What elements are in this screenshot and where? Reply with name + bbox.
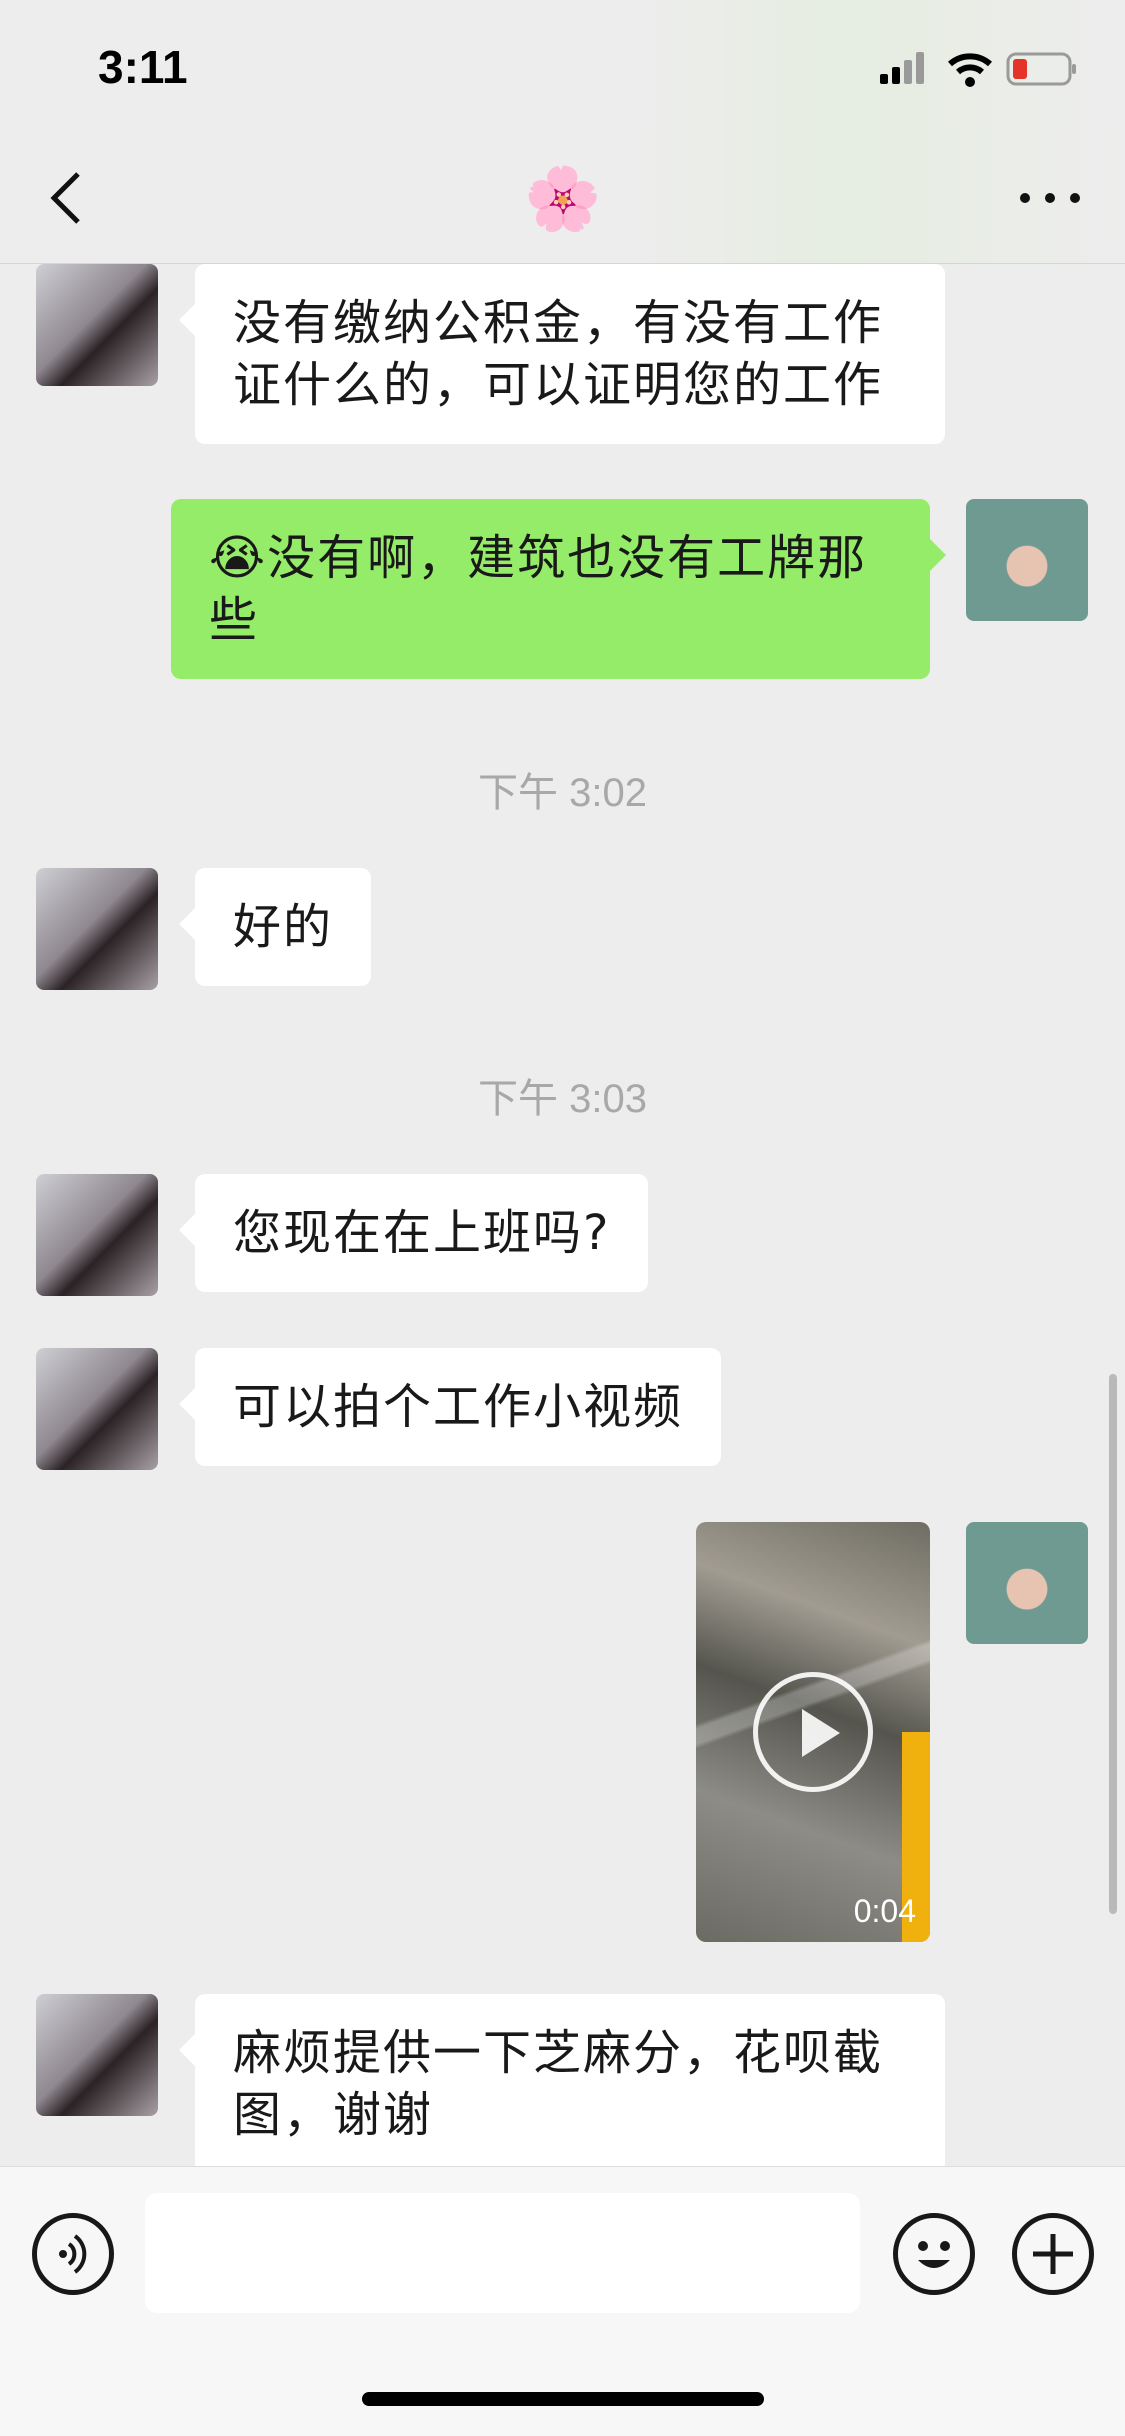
message-text: 可以拍个工作小视频 bbox=[233, 1379, 684, 1435]
play-icon[interactable] bbox=[753, 1672, 873, 1792]
video-duration: 0:04 bbox=[853, 1893, 916, 1929]
contact-avatar[interactable] bbox=[36, 868, 158, 990]
scrollbar[interactable] bbox=[1109, 1374, 1117, 1914]
emoji-button[interactable] bbox=[893, 2213, 975, 2295]
message-bubble-outgoing[interactable]: 😭没有啊，建筑也没有工牌那些 bbox=[171, 499, 946, 679]
chat-history[interactable]: 没有缴纳公积金，有没有工作证什么的，可以证明您的工作 😭没有啊，建筑也没有工牌那… bbox=[0, 264, 1125, 2166]
status-bar: 3:11 bbox=[0, 0, 1125, 132]
message-text: 😭没有啊，建筑也没有工牌那些 bbox=[209, 530, 868, 648]
emoji-icon bbox=[918, 2241, 950, 2268]
my-avatar[interactable] bbox=[966, 499, 1088, 621]
video-message[interactable]: 0:04 bbox=[696, 1522, 930, 1942]
voice-icon bbox=[59, 2234, 87, 2274]
contact-avatar[interactable] bbox=[36, 1994, 158, 2116]
my-avatar[interactable] bbox=[966, 1522, 1088, 1644]
message-text: 没有缴纳公积金，有没有工作证什么的，可以证明您的工作 bbox=[233, 295, 884, 413]
timestamp: 下午 3:03 bbox=[478, 1077, 647, 1121]
plus-icon bbox=[1033, 2234, 1073, 2274]
contact-avatar[interactable] bbox=[36, 264, 158, 386]
message-text: 您现在在上班吗? bbox=[233, 1205, 611, 1261]
more-dots-icon[interactable] bbox=[1015, 168, 1085, 228]
message-input[interactable] bbox=[145, 2193, 860, 2313]
message-text: 麻烦提供一下芝麻分，花呗截图，谢谢 bbox=[233, 2025, 884, 2143]
message-text: 好的 bbox=[233, 899, 334, 955]
chat-title: 🌸 bbox=[524, 162, 602, 235]
message-bubble-incoming[interactable]: 好的 bbox=[178, 868, 372, 986]
nav-bar: 🌸 bbox=[0, 132, 1125, 264]
battery-icon bbox=[1006, 52, 1076, 86]
status-icons bbox=[880, 52, 1076, 87]
signal-icon bbox=[880, 52, 924, 84]
contact-avatar[interactable] bbox=[36, 1174, 158, 1296]
timestamp: 下午 3:02 bbox=[478, 771, 647, 815]
message-bubble-incoming[interactable]: 可以拍个工作小视频 bbox=[178, 1348, 722, 1466]
message-bubble-incoming[interactable]: 您现在在上班吗? bbox=[178, 1174, 649, 1292]
status-time: 3:11 bbox=[98, 41, 188, 93]
wifi-icon bbox=[948, 53, 992, 87]
voice-button[interactable] bbox=[32, 2213, 114, 2295]
chevron-left-icon[interactable] bbox=[40, 168, 100, 228]
plus-button[interactable] bbox=[1012, 2213, 1094, 2295]
message-bubble-incoming[interactable]: 麻烦提供一下芝麻分，花呗截图，谢谢 bbox=[179, 1994, 945, 2166]
message-bubble-incoming[interactable]: 没有缴纳公积金，有没有工作证什么的，可以证明您的工作 bbox=[179, 264, 945, 444]
home-indicator bbox=[362, 2392, 764, 2406]
contact-avatar[interactable] bbox=[36, 1348, 158, 1470]
